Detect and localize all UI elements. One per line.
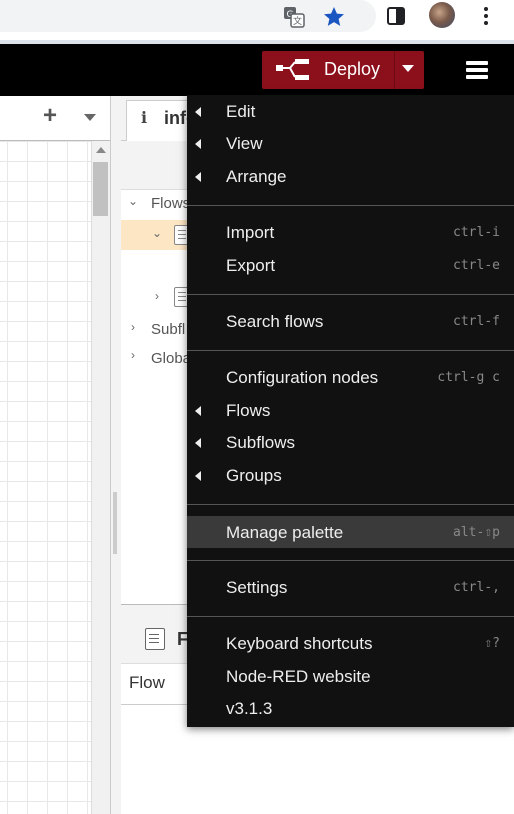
svg-text:文: 文 — [293, 15, 302, 27]
chevron-right-icon[interactable]: › — [155, 289, 159, 303]
menu-shortcut: alt-⇧p — [453, 525, 500, 540]
menu-item-label: Settings — [226, 578, 288, 597]
menu-item-keyboard-shortcuts[interactable]: Keyboard shortcuts ⇧? — [187, 628, 514, 658]
tree-label-globals: Globa — [151, 350, 192, 367]
menu-item-label: Groups — [226, 466, 282, 485]
info-icon: i — [141, 108, 148, 127]
canvas-vertical-scrollbar[interactable] — [91, 141, 111, 814]
chevron-down-icon[interactable]: ⌄ — [128, 194, 138, 208]
workspace-canvas[interactable] — [0, 141, 91, 814]
menu-item-manage-palette[interactable]: Manage palette alt-⇧p — [187, 516, 514, 548]
submenu-arrow-icon — [195, 406, 201, 416]
menu-item-settings[interactable]: Settings ctrl-, — [187, 572, 514, 602]
menu-item-label: Configuration nodes — [226, 368, 379, 387]
submenu-arrow-icon — [195, 471, 201, 481]
menu-divider — [187, 616, 514, 617]
flow-list-caret-icon[interactable] — [84, 114, 96, 121]
menu-item-label: Export — [226, 256, 276, 275]
menu-item-subflows[interactable]: Subflows — [187, 427, 514, 457]
menu-shortcut: ctrl-e — [453, 258, 500, 273]
menu-item-label: Search flows — [226, 312, 324, 331]
add-flow-tab-button[interactable]: + — [43, 104, 57, 128]
translate-icon[interactable]: G 文 — [283, 6, 305, 28]
menu-item-edit[interactable]: Edit — [187, 96, 514, 126]
side-panel-icon[interactable] — [386, 6, 406, 26]
menu-item-label: Keyboard shortcuts — [226, 634, 373, 653]
scroll-up-arrow-icon[interactable] — [96, 147, 106, 153]
menu-shortcut: ⇧? — [484, 636, 500, 651]
flow-icon — [145, 628, 165, 650]
submenu-arrow-icon — [195, 438, 201, 448]
chevron-down-icon[interactable]: ⌄ — [152, 226, 162, 240]
chevron-right-icon[interactable]: › — [131, 320, 135, 334]
profile-avatar[interactable] — [429, 2, 455, 28]
browser-menu-icon[interactable] — [484, 6, 488, 26]
menu-item-label: Arrange — [226, 167, 287, 186]
deploy-flows-icon — [276, 59, 310, 81]
menu-item-label: Flows — [226, 401, 271, 420]
menu-item-import[interactable]: Import ctrl-i — [187, 217, 514, 247]
menu-item-flows[interactable]: Flows — [187, 395, 514, 425]
menu-divider — [187, 350, 514, 351]
submenu-arrow-icon — [195, 139, 201, 149]
menu-item-view[interactable]: View — [187, 128, 514, 158]
menu-shortcut: ctrl-g c — [437, 370, 500, 385]
menu-item-groups[interactable]: Groups — [187, 460, 514, 490]
address-bar[interactable] — [0, 0, 376, 32]
menu-divider — [187, 560, 514, 561]
deploy-label: Deploy — [324, 59, 381, 79]
menu-item-label: Subflows — [226, 433, 295, 452]
menu-divider — [187, 294, 514, 295]
menu-item-export[interactable]: Export ctrl-e — [187, 250, 514, 280]
menu-item-configuration-nodes[interactable]: Configuration nodes ctrl-g c — [187, 362, 514, 392]
menu-item-label: View — [226, 134, 263, 153]
menu-divider — [187, 504, 514, 505]
menu-item-label: Edit — [226, 102, 256, 121]
menu-shortcut: ctrl-i — [453, 225, 500, 240]
menu-item-version: v3.1.3 — [187, 693, 514, 723]
tree-label-flows: Flows — [151, 195, 191, 212]
menu-item-node-red-website[interactable]: Node-RED website — [187, 661, 514, 691]
deploy-options-caret-icon[interactable] — [402, 65, 414, 72]
scrollbar-thumb[interactable] — [93, 162, 108, 216]
menu-item-label: Manage palette — [226, 523, 344, 542]
menu-item-arrange[interactable]: Arrange — [187, 161, 514, 191]
help-flow-label: Flow — [129, 673, 165, 692]
submenu-arrow-icon — [195, 172, 201, 182]
menu-item-label: Import — [226, 223, 275, 242]
app-header — [0, 44, 514, 96]
submenu-arrow-icon — [195, 107, 201, 117]
sidebar-resize-handle[interactable] — [113, 492, 117, 554]
menu-item-label: Node-RED website — [226, 667, 371, 686]
menu-divider — [187, 205, 514, 206]
chevron-right-icon[interactable]: › — [131, 348, 135, 362]
tree-label-subflows: Subfl — [151, 321, 186, 338]
version-label: v3.1.3 — [226, 699, 273, 718]
main-menu-hamburger-icon[interactable] — [466, 61, 488, 79]
menu-shortcut: ctrl-, — [453, 580, 500, 595]
menu-item-search-flows[interactable]: Search flows ctrl-f — [187, 306, 514, 336]
bookmark-star-icon[interactable] — [322, 5, 346, 29]
deploy-divider — [394, 51, 395, 89]
menu-shortcut: ctrl-f — [453, 314, 500, 329]
